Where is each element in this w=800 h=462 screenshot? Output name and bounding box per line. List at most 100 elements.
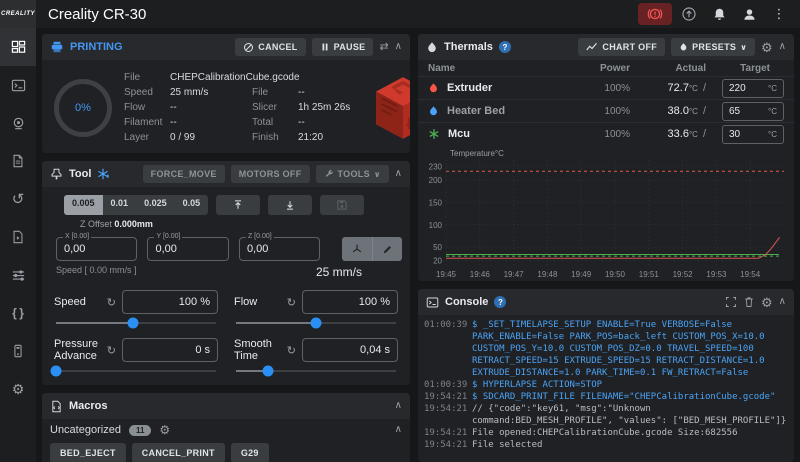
arrow-up-bar-icon xyxy=(232,199,244,211)
svg-text:Temperature°C: Temperature°C xyxy=(450,149,504,158)
notifications-button[interactable] xyxy=(706,3,732,25)
sidebar-item-gcode-files[interactable] xyxy=(0,142,36,180)
tools-dropdown-button[interactable]: TOOLS ∨ xyxy=(316,165,389,183)
z-step-0.025[interactable]: 0.025 xyxy=(136,195,175,215)
smooth-time-slider[interactable] xyxy=(236,363,396,379)
console-log[interactable]: 01:00:39$ _SET_TIMELAPSE_SETUP ENABLE=Tr… xyxy=(418,315,794,455)
mcu-target-input[interactable] xyxy=(729,129,759,140)
reset-flow-icon[interactable]: ↻ xyxy=(287,296,296,309)
printing-panel: PRINTING CANCEL xyxy=(42,34,410,153)
panel-options-icon[interactable]: ⇄ xyxy=(379,42,388,53)
pencil-icon xyxy=(382,244,393,255)
expand-console-icon[interactable] xyxy=(725,296,737,308)
sidebar-item-configuration[interactable]: { } xyxy=(0,294,36,332)
heater-bed-power: 100% xyxy=(582,106,630,117)
collapse-macros-icon[interactable]: ∧ xyxy=(395,401,402,411)
collapse-printing-icon[interactable]: ∧ xyxy=(395,42,402,52)
force-move-button[interactable]: FORCE_MOVE xyxy=(143,165,225,183)
sidebar-item-settings[interactable]: ⚙ xyxy=(0,370,36,408)
tune-icon xyxy=(11,268,26,283)
console-settings-icon[interactable]: ⚙ xyxy=(761,296,773,309)
user-icon xyxy=(742,7,757,22)
printer-icon xyxy=(50,40,64,54)
macros-settings-icon[interactable]: ⚙ xyxy=(159,424,170,436)
z-step-0.01[interactable]: 0.01 xyxy=(103,195,137,215)
chevron-down-icon: ∨ xyxy=(374,170,381,179)
collapse-thermals-icon[interactable]: ∧ xyxy=(779,42,786,52)
reset-pressure-advance-icon[interactable]: ↻ xyxy=(107,344,116,357)
console-line: 19:54:21// {"code":"key61, "msg":"Unknow… xyxy=(424,403,788,427)
arrow-down-bar-icon xyxy=(284,199,296,211)
motors-off-button[interactable]: MOTORS OFF xyxy=(231,165,310,183)
sidebar-item-tune[interactable] xyxy=(0,256,36,294)
thermals-settings-icon[interactable]: ⚙ xyxy=(761,41,773,54)
extruder-target-input[interactable] xyxy=(729,83,759,94)
upload-button[interactable] xyxy=(676,3,702,25)
collapse-tool-icon[interactable]: ∧ xyxy=(395,169,402,179)
thermals-title: Thermals xyxy=(444,41,493,53)
sidebar-item-timelapse[interactable] xyxy=(0,218,36,256)
console-help-icon[interactable]: ? xyxy=(494,296,506,308)
reset-smooth-time-icon[interactable]: ↻ xyxy=(287,344,296,357)
speed-factor-slider[interactable] xyxy=(56,315,216,331)
move-speed-value: 25 mm/s xyxy=(316,265,362,279)
macro-bed-eject-button[interactable]: BED_EJECT xyxy=(50,443,126,462)
overflow-menu-button[interactable]: ⋮ xyxy=(766,3,792,25)
y-position-input[interactable] xyxy=(148,238,227,260)
pressure-advance-input[interactable] xyxy=(123,339,217,361)
svg-text:19:46: 19:46 xyxy=(470,270,491,279)
pause-print-button[interactable]: PAUSE xyxy=(312,38,374,56)
babystep-up-button[interactable] xyxy=(216,195,260,215)
console-line: 19:54:21File opened:CHEPCalibrationCube.… xyxy=(424,427,788,439)
cancel-print-button[interactable]: CANCEL xyxy=(235,38,305,56)
collapse-console-icon[interactable]: ∧ xyxy=(779,297,786,307)
presets-dropdown-button[interactable]: PRESETS ∨ xyxy=(671,38,755,56)
chart-line-icon xyxy=(586,42,598,52)
creality-logo: CREALITY xyxy=(0,0,36,28)
clear-console-icon[interactable] xyxy=(743,296,755,308)
sidebar-item-dashboard[interactable] xyxy=(0,28,36,66)
tool-panel: Tool FORCE_MOVE MOTORS OFF TOOLS xyxy=(42,161,410,385)
edit-position-button[interactable] xyxy=(372,237,402,261)
sidebar-item-history[interactable]: ↺ xyxy=(0,180,36,218)
thermal-row-heater-bed: Heater Bed 100% 38.0°C/ °C xyxy=(418,99,794,122)
sidebar-item-console[interactable] xyxy=(0,66,36,104)
collapse-category-icon[interactable]: ∧ xyxy=(395,425,402,435)
flow-factor-input[interactable] xyxy=(303,291,397,313)
z-offset-readout: Z Offset 0.000mm xyxy=(80,219,402,229)
z-step-0.05[interactable]: 0.05 xyxy=(175,195,209,215)
sidebar-item-webcam[interactable] xyxy=(0,104,36,142)
pressure-advance-slider[interactable] xyxy=(56,363,216,379)
svg-text:230: 230 xyxy=(429,163,443,172)
console-panel: Console ? ⚙ ∧ 01:00:39$ _SET_TIMELAPSE_S… xyxy=(418,289,794,462)
axes-icon xyxy=(351,243,363,255)
account-button[interactable] xyxy=(736,3,762,25)
file-label: File xyxy=(124,70,170,85)
sidebar-item-machine[interactable] xyxy=(0,332,36,370)
speed-factor-control: Speed ↻ xyxy=(54,289,218,331)
z-step-0.005[interactable]: 0.005 xyxy=(64,195,103,215)
flow-factor-slider[interactable] xyxy=(236,315,396,331)
z-position-input[interactable] xyxy=(240,238,319,260)
save-zoffset-button[interactable] xyxy=(320,195,364,215)
x-position-input[interactable] xyxy=(57,238,136,260)
mcu-target-field: °C xyxy=(722,125,784,144)
print-layer: 0 / 99 xyxy=(170,130,195,145)
macro-g29-button[interactable]: G29 xyxy=(231,443,269,462)
emergency-stop-button[interactable] xyxy=(638,3,672,25)
reset-speed-icon[interactable]: ↻ xyxy=(107,296,116,309)
svg-text:19:52: 19:52 xyxy=(673,270,694,279)
chart-toggle-button[interactable]: CHART OFF xyxy=(578,38,665,56)
macro-cancel-print-button[interactable]: CANCEL_PRINT xyxy=(132,443,225,462)
current-speed-label: Speed [ 0.00 mm/s ] xyxy=(56,265,137,279)
svg-text:19:48: 19:48 xyxy=(537,270,558,279)
smooth-time-input[interactable] xyxy=(303,339,397,361)
heater-bed-target-input[interactable] xyxy=(729,106,759,117)
move-axes-button[interactable] xyxy=(342,237,372,261)
thermals-help-icon[interactable]: ? xyxy=(499,41,511,53)
pressure-advance-control: Pressure Advance ↻ xyxy=(54,337,218,379)
babystep-down-button[interactable] xyxy=(268,195,312,215)
extruder-power: 100% xyxy=(582,83,630,94)
speed-factor-input[interactable] xyxy=(123,291,217,313)
console-line: 19:54:21$ SDCARD_PRINT_FILE FILENAME="CH… xyxy=(424,391,788,403)
